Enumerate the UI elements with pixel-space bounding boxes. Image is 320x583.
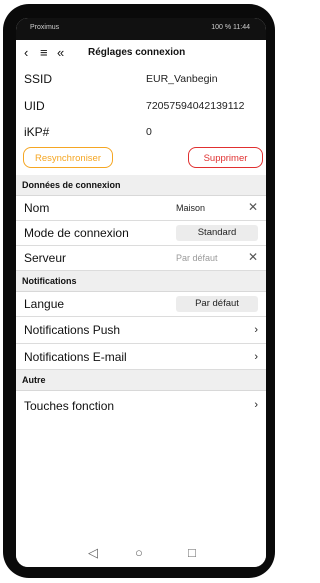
top-bar: ‹ ≡ « Réglages connexion: [16, 40, 266, 67]
nav-recents-icon[interactable]: □: [188, 545, 196, 560]
back-icon[interactable]: ‹: [24, 45, 28, 61]
status-bar: Proximus 100 % 11:44: [16, 18, 266, 40]
push-label: Notifications Push: [24, 323, 121, 337]
section-connection: Données de connexion: [16, 175, 266, 196]
chevron-right-icon: ›: [254, 324, 258, 336]
ssid-value: EUR_Vanbegin: [146, 73, 218, 85]
mode-select[interactable]: Standard: [176, 225, 258, 241]
server-field[interactable]: Par défaut: [176, 253, 218, 263]
push-row[interactable]: Notifications Push ›: [16, 317, 266, 344]
server-row: Serveur Par défaut ✕: [16, 246, 266, 271]
name-field[interactable]: Maison: [176, 203, 205, 213]
phone-frame: Proximus 100 % 11:44 ‹ ≡ « Réglages conn…: [3, 4, 275, 578]
email-label: Notifications E-mail: [24, 350, 127, 364]
language-row: Langue Par défaut: [16, 292, 266, 317]
ikp-value: 0: [146, 126, 152, 138]
section-other: Autre: [16, 370, 266, 391]
collapse-icon[interactable]: «: [57, 45, 64, 61]
function-keys-label: Touches fonction: [24, 399, 115, 413]
resync-button[interactable]: Resynchroniser: [23, 147, 113, 168]
page-title: Réglages connexion: [88, 47, 186, 58]
ikp-label: iKP#: [24, 125, 50, 139]
battery-time-label: 100 % 11:44: [211, 24, 250, 31]
ssid-label: SSID: [24, 72, 53, 86]
clear-name-icon[interactable]: ✕: [248, 200, 258, 214]
mode-row: Mode de connexion Standard: [16, 221, 266, 246]
mode-label: Mode de connexion: [24, 226, 129, 240]
chevron-right-icon: ›: [254, 351, 258, 363]
section-notifications: Notifications: [16, 271, 266, 292]
name-row: Nom Maison ✕: [16, 196, 266, 221]
language-select[interactable]: Par défaut: [176, 296, 258, 312]
chevron-right-icon: ›: [254, 399, 258, 411]
system-nav-bar: ◁ ○ □: [16, 542, 266, 567]
ssid-row: SSID EUR_Vanbegin: [16, 67, 266, 92]
nav-back-icon[interactable]: ◁: [88, 545, 98, 561]
section-notifications-title: Notifications: [22, 276, 77, 286]
function-keys-row[interactable]: Touches fonction ›: [16, 391, 266, 419]
name-label: Nom: [24, 201, 50, 215]
delete-button[interactable]: Supprimer: [188, 147, 263, 168]
app-screen: Proximus 100 % 11:44 ‹ ≡ « Réglages conn…: [16, 18, 266, 567]
uid-row: UID 72057594042139112: [16, 91, 266, 119]
menu-icon[interactable]: ≡: [40, 45, 48, 61]
nav-home-icon[interactable]: ○: [135, 545, 143, 560]
section-connection-title: Données de connexion: [22, 180, 121, 190]
email-row[interactable]: Notifications E-mail ›: [16, 344, 266, 370]
carrier-label: Proximus: [30, 24, 60, 31]
language-label: Langue: [24, 297, 65, 311]
uid-label: UID: [24, 99, 45, 113]
uid-value: 72057594042139112: [146, 100, 245, 112]
server-label: Serveur: [24, 251, 67, 265]
ikp-row: iKP# 0: [16, 119, 266, 143]
clear-server-icon[interactable]: ✕: [248, 250, 258, 264]
section-other-title: Autre: [22, 375, 46, 385]
